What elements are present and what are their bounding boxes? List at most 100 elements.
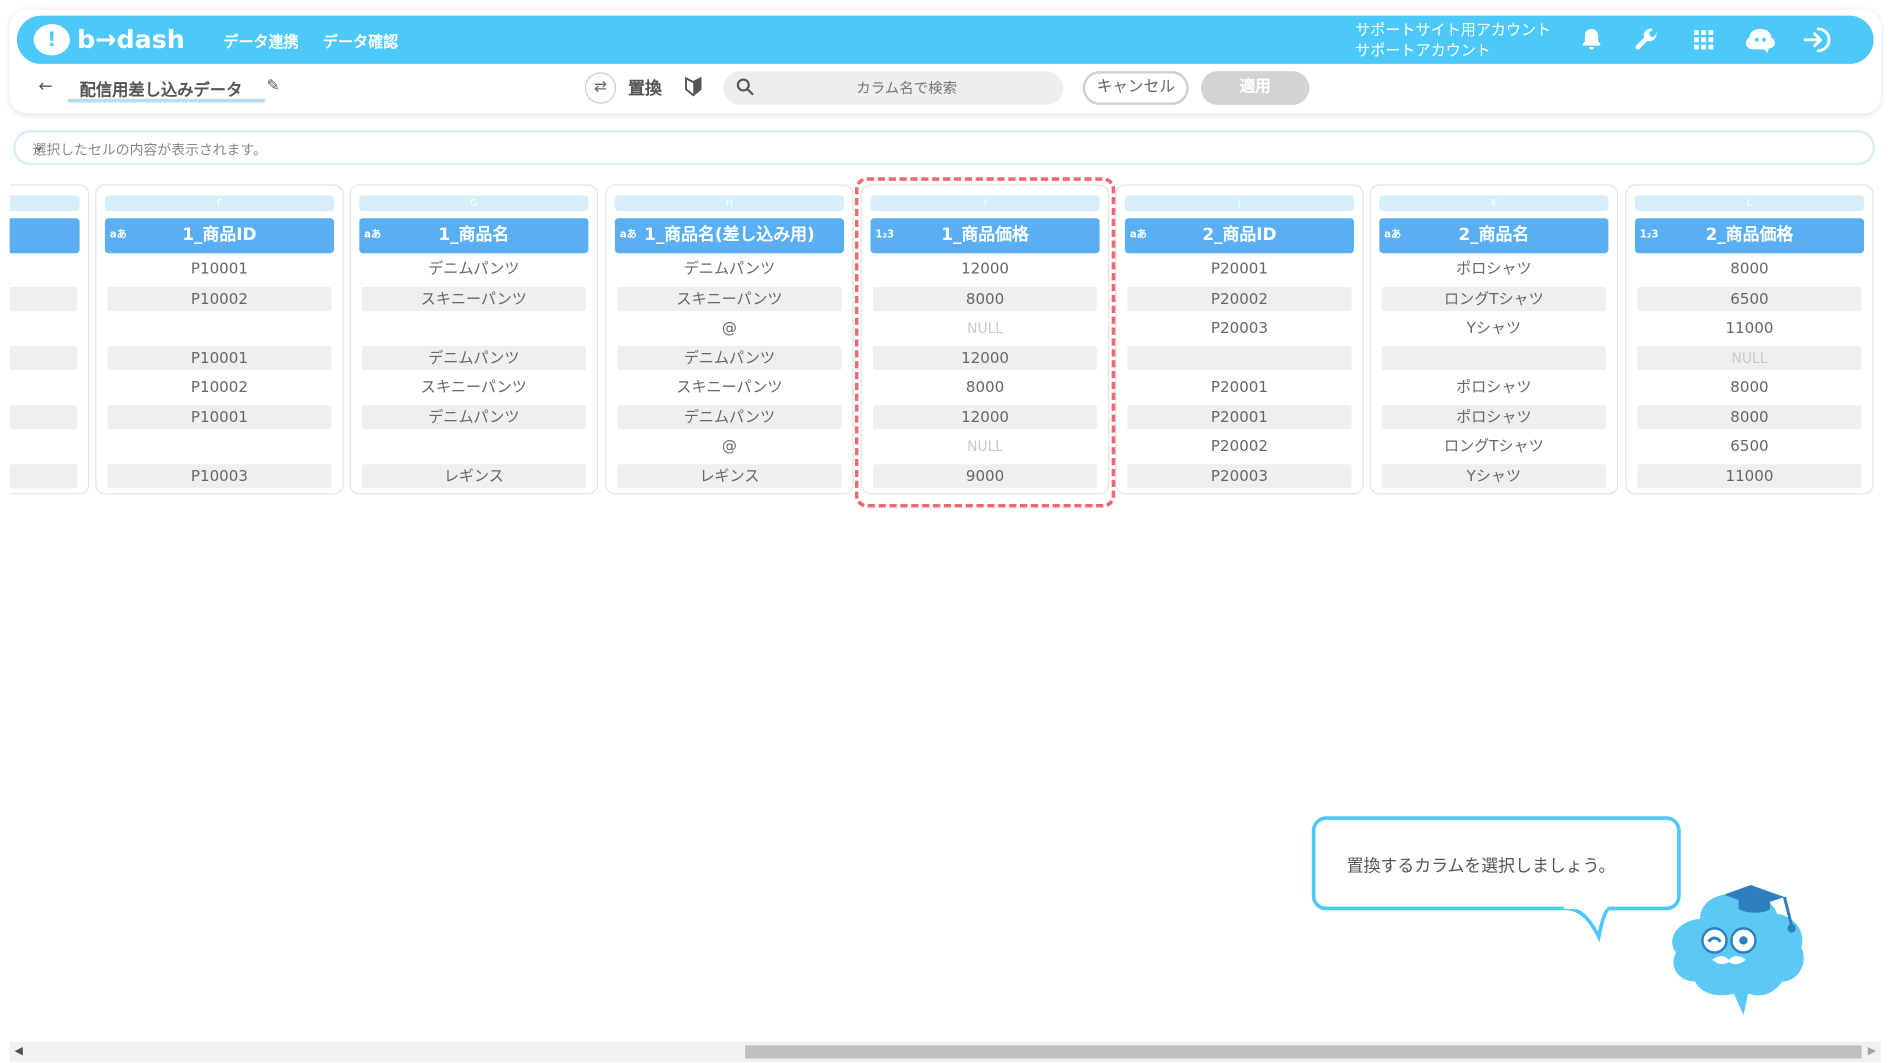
table-cell[interactable]: P10002 — [107, 286, 332, 311]
column-search[interactable] — [723, 71, 1064, 105]
table-cell[interactable]: P10002 — [107, 375, 331, 399]
table-cell[interactable]: @ — [617, 434, 841, 458]
table-cell[interactable]: 12000 — [872, 345, 1098, 370]
table-cell[interactable] — [362, 316, 586, 340]
column-h[interactable]: Haあ 1_商品名(差し込み用) デニムパンツ スキニーパンツ @ デニムパンツ スキニーパ… — [605, 184, 854, 495]
table-cell[interactable]: P20003 — [1127, 316, 1351, 340]
table-cell[interactable]: 8000 — [872, 286, 1098, 311]
replace-swap-icon[interactable]: ⇄ — [584, 72, 617, 104]
table-cell[interactable] — [107, 316, 331, 340]
table-cell[interactable]: スキニーパンツ — [361, 286, 586, 311]
column-header[interactable]: 1₂3 2_商品価格 — [1634, 218, 1865, 254]
table-cell[interactable]: @ — [617, 316, 841, 340]
table-cell[interactable]: レギンス — [361, 463, 586, 488]
column-f[interactable]: Faあ 1_商品ID P10001 P10002 P10001 P10002 P10001 P… — [95, 184, 344, 495]
column-header[interactable]: aあ 1_商品名 — [359, 218, 589, 254]
column-l[interactable]: L 1₂3 2_商品価格 8000 6500 11000 NULL 8000 8000 6500 1… — [1625, 184, 1874, 495]
table-cell[interactable]: 11000 — [1637, 316, 1861, 340]
table-cell[interactable]: デニムパンツ — [617, 404, 842, 429]
table-cell[interactable]: P10001 — [107, 404, 332, 429]
table-cell[interactable]: NULL — [873, 316, 1097, 340]
table-cell[interactable]: 6500 — [1637, 286, 1862, 311]
table-cell[interactable]: ロングTシャツ — [1381, 286, 1606, 311]
table-cell[interactable]: 12000 — [873, 257, 1097, 281]
table-cell[interactable]: Yシャツ — [1381, 463, 1606, 488]
chevron-down-icon[interactable]: ⌄ — [33, 137, 1856, 154]
table-cell[interactable]: ポロシャツ — [1382, 257, 1606, 281]
scroll-thumb[interactable] — [745, 1045, 1862, 1059]
nav-data-integration[interactable]: データ連携 — [223, 28, 298, 51]
wrench-icon[interactable] — [1633, 25, 1662, 54]
nav-data-check[interactable]: データ確認 — [323, 28, 398, 51]
table-cell[interactable]: 12000 — [872, 404, 1098, 429]
table-cell[interactable]: デニムパンツ — [617, 257, 841, 281]
column-k[interactable]: Kaあ 2_商品名 ポロシャツ ロングTシャツ Yシャツ ポロシャツ ポロシャツ ロングTシャ… — [1369, 184, 1619, 495]
table-cell[interactable] — [9, 286, 78, 311]
edit-pencil-icon[interactable]: ✎ — [266, 77, 279, 95]
cancel-button[interactable]: キャンセル — [1082, 71, 1189, 105]
table-cell[interactable]: P20001 — [1127, 257, 1351, 281]
column-header[interactable]: aあ 1_商品名(差し込み用) — [614, 218, 844, 254]
table-cell[interactable]: 8000 — [873, 375, 1097, 399]
column-g[interactable]: Gaあ 1_商品名 デニムパンツ スキニーパンツ デニムパンツ スキニーパンツ デニムパンツ… — [349, 184, 599, 495]
mascot-face-icon[interactable] — [1743, 25, 1777, 54]
logout-icon[interactable] — [1801, 25, 1832, 54]
column-header[interactable] — [9, 218, 80, 254]
table-cell[interactable]: デニムパンツ — [617, 345, 842, 370]
bdash-logo[interactable]: ! b→dash — [33, 24, 185, 56]
account-info[interactable]: サポートサイト用アカウント サポートアカウント — [1355, 19, 1551, 60]
table-cell[interactable] — [107, 434, 331, 458]
table-cell[interactable]: P10001 — [107, 345, 332, 370]
table-cell[interactable] — [9, 345, 78, 370]
table-cell[interactable]: 6500 — [1637, 434, 1861, 458]
table-cell[interactable] — [10, 316, 78, 340]
table-cell[interactable]: Yシャツ — [1382, 316, 1606, 340]
table-cell[interactable] — [1381, 345, 1606, 370]
table-cell[interactable]: ロングTシャツ — [1382, 434, 1606, 458]
table-cell[interactable]: 8000 — [1637, 375, 1861, 399]
apply-button[interactable]: 適用 — [1200, 71, 1310, 105]
column-search-input[interactable] — [764, 71, 1049, 105]
table-cell[interactable]: レギンス — [617, 463, 842, 488]
scroll-right-arrow-icon[interactable]: ▶ — [1868, 1045, 1876, 1057]
table-cell[interactable] — [10, 375, 78, 399]
column-i[interactable]: I 1₂3 1_商品価格 12000 8000 NULL 12000 8000 12000 NUL… — [860, 184, 1110, 495]
column-header[interactable]: aあ 2_商品ID — [1124, 218, 1355, 254]
table-cell[interactable]: デニムパンツ — [361, 345, 586, 370]
horizontal-scrollbar[interactable]: ◀ ▶ — [9, 1041, 1881, 1063]
table-cell[interactable]: NULL — [1637, 345, 1862, 370]
cell-content-bar[interactable]: 選択したセルの内容が表示されます。 ⌄ — [13, 130, 1875, 166]
scroll-left-arrow-icon[interactable]: ◀ — [14, 1045, 22, 1057]
table-cell[interactable]: P20003 — [1127, 463, 1352, 488]
table-cell[interactable]: P20002 — [1127, 434, 1351, 458]
table-cell[interactable] — [10, 434, 78, 458]
table-cell[interactable]: P10003 — [107, 463, 332, 488]
table-cell[interactable]: 8000 — [1637, 257, 1861, 281]
table-cell[interactable]: 11000 — [1637, 463, 1862, 488]
table-cell[interactable]: P20002 — [1127, 286, 1352, 311]
table-cell[interactable]: ポロシャツ — [1382, 375, 1606, 399]
apps-grid-icon[interactable] — [1689, 25, 1718, 54]
table-cell[interactable]: 8000 — [1637, 404, 1862, 429]
table-cell[interactable]: スキニーパンツ — [617, 375, 841, 399]
table-cell[interactable]: P20001 — [1127, 404, 1352, 429]
column-header[interactable]: 1₂3 1_商品価格 — [870, 218, 1100, 254]
table-cell[interactable] — [9, 463, 78, 488]
beginner-mark-icon[interactable] — [685, 76, 702, 101]
table-cell[interactable]: 9000 — [872, 463, 1098, 488]
table-cell[interactable] — [362, 434, 586, 458]
column-header[interactable]: aあ 2_商品名 — [1379, 218, 1609, 254]
bell-icon[interactable] — [1577, 25, 1606, 54]
table-cell[interactable] — [9, 404, 78, 429]
table-cell[interactable]: P10001 — [107, 257, 331, 281]
column-header[interactable]: aあ 1_商品ID — [104, 218, 334, 254]
column-j[interactable]: Jaあ 2_商品ID P20001 P20002 P20003 P20001 P20001 P… — [1115, 184, 1364, 495]
table-cell[interactable]: デニムパンツ — [361, 404, 586, 429]
table-cell[interactable] — [10, 257, 78, 281]
table-cell[interactable]: NULL — [873, 434, 1097, 458]
table-cell[interactable]: ポロシャツ — [1381, 404, 1606, 429]
table-cell[interactable]: デニムパンツ — [362, 257, 586, 281]
table-cell[interactable]: P20001 — [1127, 375, 1351, 399]
back-arrow-icon[interactable]: ← — [39, 77, 53, 96]
table-cell[interactable]: スキニーパンツ — [362, 375, 586, 399]
